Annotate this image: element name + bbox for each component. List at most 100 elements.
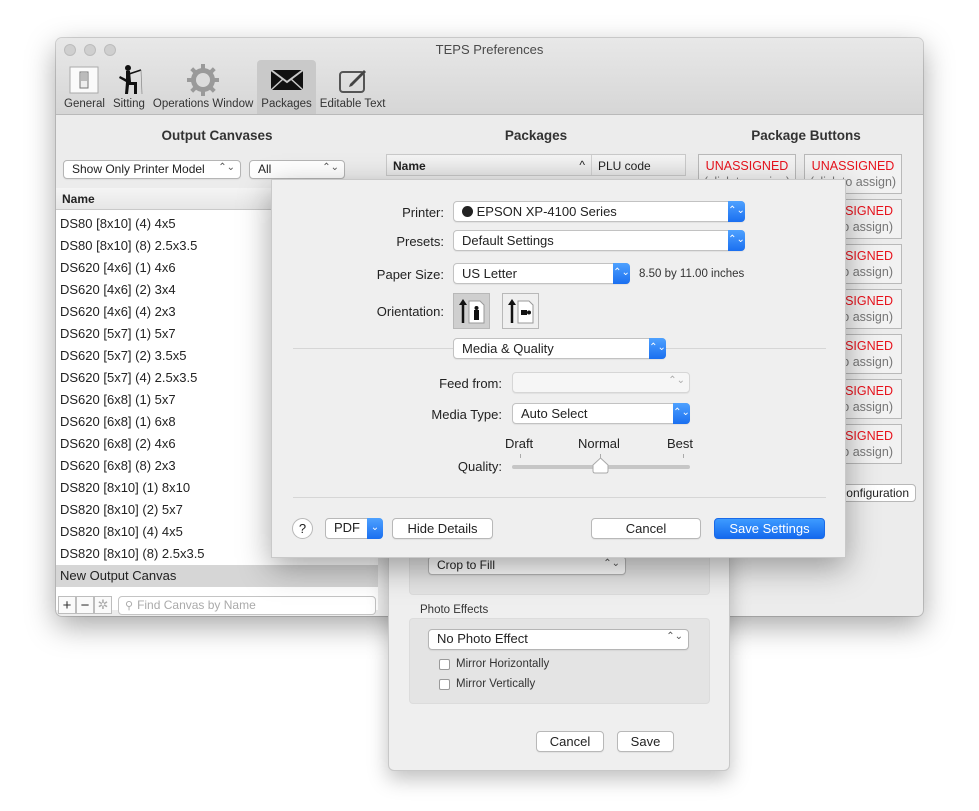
- updown-arrows-icon: ⌃⌄: [649, 338, 666, 359]
- package-button-title: UNASSIGNED: [811, 159, 895, 173]
- mirror-horizontally-checkbox[interactable]: Mirror Horizontally: [439, 658, 549, 670]
- crop-mode-popup[interactable]: Crop to Fill ⌃⌄: [428, 556, 626, 575]
- tab-packages-label: Packages: [261, 98, 312, 110]
- paper-size-select[interactable]: US Letter ⌃⌄: [453, 263, 630, 284]
- paper-size-label: Paper Size:: [376, 267, 444, 282]
- tab-editable-text[interactable]: Editable Text: [316, 60, 390, 114]
- presets-label: Presets:: [396, 234, 444, 249]
- quality-slider-thumb[interactable]: [592, 457, 609, 474]
- printer-filter-popup[interactable]: Show Only Printer Model ⌃⌄: [63, 160, 241, 179]
- packages-plu-column[interactable]: PLU code: [592, 155, 685, 175]
- hide-details-button[interactable]: Hide Details: [392, 518, 493, 539]
- paper-dimensions: 8.50 by 11.00 inches: [639, 268, 745, 280]
- printer-status-icon: [462, 206, 473, 217]
- search-icon: ⚲: [125, 599, 134, 612]
- tab-operations-window-label: Operations Window: [152, 98, 254, 110]
- updown-arrows-icon: ⌃⌄: [322, 162, 339, 173]
- photo-effect-value: No Photo Effect: [437, 631, 528, 646]
- mirror-vertically-checkbox[interactable]: Mirror Vertically: [439, 678, 535, 690]
- updown-arrows-icon: ⌃⌄: [613, 263, 630, 284]
- mirror-horizontally-label: Mirror Horizontally: [456, 658, 550, 670]
- tab-general-label: General: [64, 98, 105, 110]
- print-cancel-button[interactable]: Cancel: [591, 518, 701, 539]
- checkbox-box[interactable]: [439, 658, 450, 670]
- chevron-down-icon: ⌄: [367, 518, 383, 539]
- crop-mode-value: Crop to Fill: [437, 558, 496, 572]
- updown-arrows-icon: ⌃⌄: [728, 201, 745, 222]
- canvas-search-placeholder: Find Canvas by Name: [137, 598, 256, 612]
- media-type-label: Media Type:: [431, 407, 502, 422]
- photo-effects-title: Photo Effects: [420, 604, 489, 616]
- media-type-select[interactable]: Auto Select ⌃⌄: [512, 403, 690, 424]
- packages-table-header: Name ^ PLU code: [386, 154, 686, 176]
- footer-separator: [293, 497, 826, 498]
- canvas-settings-sheet: Crop to Fill ⌃⌄ Photo Effects No Photo E…: [388, 540, 730, 771]
- quality-tick-normal: Normal: [578, 436, 620, 451]
- fishing-person-icon: [113, 64, 145, 96]
- slider-tick: [520, 454, 521, 458]
- paper-size-value: US Letter: [462, 266, 517, 281]
- updown-arrows-icon: ⌃⌄: [728, 230, 745, 251]
- list-item-selected[interactable]: New Output Canvas: [56, 565, 378, 587]
- orientation-landscape-button[interactable]: [502, 293, 539, 329]
- switch-icon: [69, 64, 99, 96]
- orientation-portrait-button[interactable]: [453, 293, 490, 329]
- media-type-value: Auto Select: [521, 406, 588, 421]
- updown-arrows-icon: ⌃⌄: [673, 403, 690, 424]
- packages-title: Packages: [504, 128, 568, 143]
- packages-name-column[interactable]: Name ^: [387, 155, 592, 175]
- section-value: Media & Quality: [462, 341, 554, 356]
- quality-label: Quality:: [457, 459, 502, 474]
- tab-sitting-label: Sitting: [112, 98, 145, 110]
- add-canvas-button[interactable]: +: [58, 596, 76, 614]
- updown-arrows-icon: ⌃⌄: [666, 631, 683, 642]
- feed-from-select: ⌃⌄: [512, 372, 690, 393]
- canvas-search-field[interactable]: ⚲ Find Canvas by Name: [118, 595, 376, 615]
- canvas-list-footer: + − ✲ ⚲ Find Canvas by Name: [56, 594, 378, 616]
- edit-pencil-icon: [338, 64, 368, 96]
- model-filter-popup[interactable]: All ⌃⌄: [249, 160, 345, 179]
- sheet-save-button[interactable]: Save: [617, 731, 674, 752]
- gear-icon: ✲: [97, 597, 109, 612]
- printer-filter-value: Show Only Printer Model: [72, 162, 205, 176]
- photo-effect-popup[interactable]: No Photo Effect ⌃⌄: [428, 629, 689, 650]
- output-canvases-title: Output Canvases: [161, 128, 273, 143]
- sheet-cancel-button[interactable]: Cancel: [536, 731, 604, 752]
- pdf-menu-button[interactable]: PDF ⌄: [325, 518, 383, 539]
- updown-arrows-icon: ⌃⌄: [603, 558, 620, 569]
- tab-general[interactable]: General: [60, 60, 109, 114]
- gear-icon: [186, 64, 220, 96]
- pdf-label: PDF: [334, 520, 360, 535]
- tab-packages[interactable]: Packages: [257, 60, 316, 114]
- tab-editable-text-label: Editable Text: [319, 98, 386, 110]
- packages-name-column-label: Name: [393, 159, 426, 173]
- title-bar: TEPS Preferences General Sitting Operati…: [56, 38, 923, 115]
- presets-select[interactable]: Default Settings ⌃⌄: [453, 230, 745, 251]
- presets-value: Default Settings: [462, 233, 554, 248]
- tab-sitting[interactable]: Sitting: [109, 60, 149, 114]
- orientation-label: Orientation:: [376, 304, 444, 319]
- printer-value: EPSON XP-4100 Series: [476, 204, 617, 219]
- feed-from-label: Feed from:: [439, 376, 502, 391]
- envelope-icon: [269, 64, 304, 96]
- updown-arrows-icon: ⌃⌄: [668, 375, 685, 386]
- tab-operations-window[interactable]: Operations Window: [149, 60, 257, 114]
- quality-tick-draft: Draft: [505, 436, 534, 451]
- portrait-orientation-icon: [458, 299, 484, 324]
- model-filter-value: All: [258, 162, 272, 176]
- printer-select[interactable]: EPSON XP-4100 Series ⌃⌄: [453, 201, 745, 222]
- save-settings-button[interactable]: Save Settings: [714, 518, 825, 539]
- preferences-toolbar: General Sitting Operations Window Packag…: [60, 60, 389, 114]
- slider-tick: [683, 454, 684, 458]
- section-select[interactable]: Media & Quality ⌃⌄: [453, 338, 666, 359]
- remove-canvas-button[interactable]: −: [76, 596, 94, 614]
- canvas-settings-button[interactable]: ✲: [94, 596, 112, 614]
- package-buttons-title: Package Buttons: [751, 128, 861, 143]
- package-button-title: UNASSIGNED: [705, 159, 789, 173]
- print-settings-dialog: Printer: EPSON XP-4100 Series ⌃⌄ Presets…: [271, 179, 846, 558]
- updown-arrows-icon: ⌃⌄: [218, 162, 235, 173]
- landscape-orientation-icon: [507, 299, 533, 324]
- help-button[interactable]: ?: [292, 518, 313, 539]
- checkbox-box[interactable]: [439, 678, 450, 690]
- sort-ascending-icon: ^: [579, 158, 585, 172]
